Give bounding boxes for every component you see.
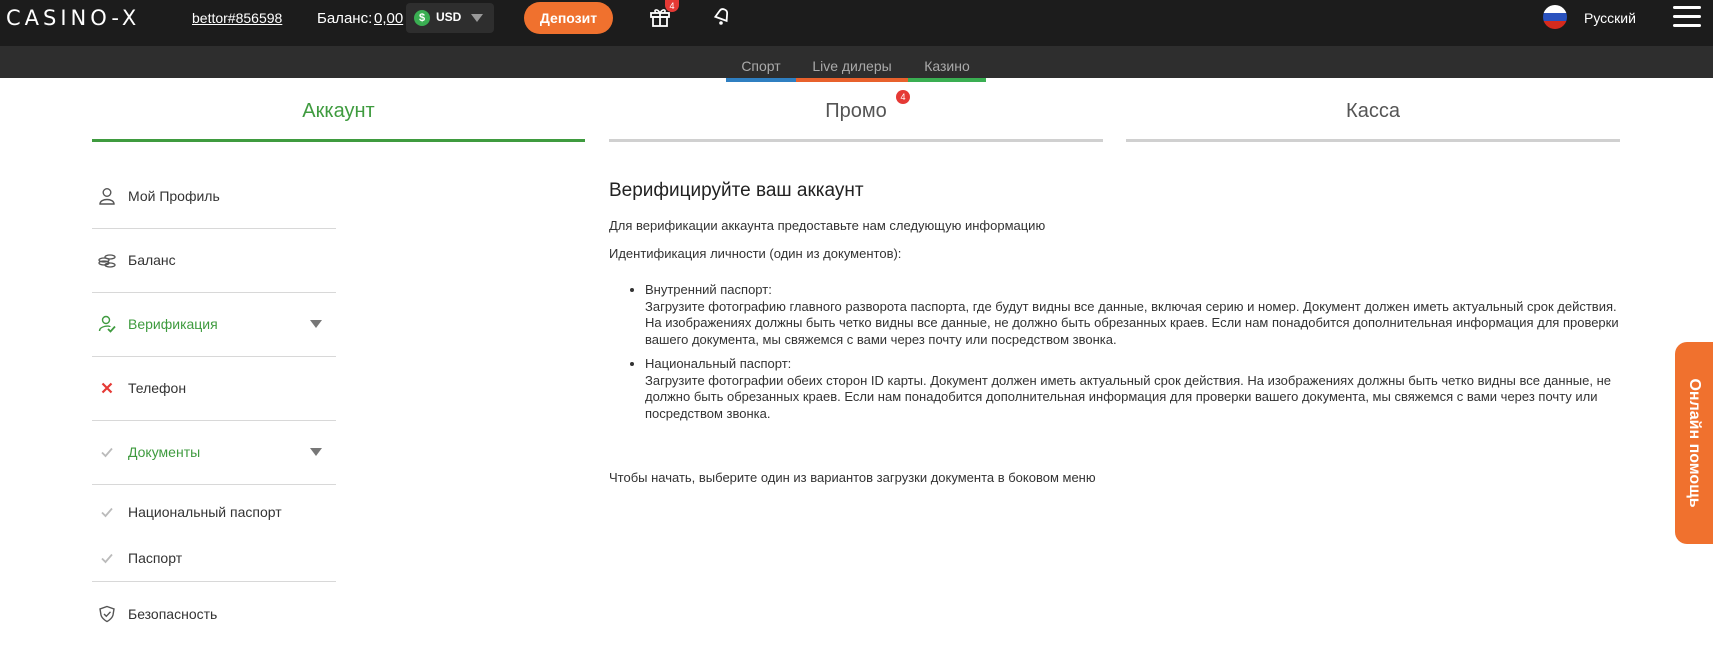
sidebar-item-passport[interactable]: Паспорт	[92, 534, 336, 582]
sidebar-item-label: Телефон	[128, 380, 187, 396]
tab-underline	[609, 139, 1103, 142]
balance-label: Баланс:	[317, 10, 373, 27]
check-icon	[101, 553, 113, 563]
caret-down-icon	[471, 14, 483, 22]
tab-cashier-label: Касса	[1346, 100, 1400, 122]
id-label: Идентификация личности (один из документ…	[609, 246, 902, 261]
online-help-button[interactable]: Онлайн помощь	[1675, 342, 1713, 544]
user-icon	[99, 188, 115, 205]
instruction-text: Чтобы начать, выберите один из вариантов…	[609, 470, 1096, 485]
sidebar-item-label: Мой Профиль	[128, 188, 220, 204]
sidebar-item-profile[interactable]: Мой Профиль	[92, 164, 336, 229]
verification-content: Верифицируйте ваш аккаунт Для верификаци…	[609, 180, 1619, 485]
sidebar-item-verification[interactable]: Верификация	[92, 292, 336, 357]
deposit-button[interactable]: Депозит	[524, 2, 613, 34]
document-description: Загрузите фотографию главного разворота …	[645, 298, 1619, 347]
gift-badge: 4	[665, 0, 679, 12]
chevron-down-icon	[310, 320, 322, 328]
tab-promo[interactable]: Промо 4	[609, 78, 1103, 142]
document-name: Внутренний паспорт:	[645, 282, 772, 297]
currency-code: USD	[436, 10, 462, 24]
dollar-icon: $	[414, 10, 430, 26]
logo[interactable]: CASINO-X	[6, 6, 140, 30]
tab-underline	[1126, 139, 1620, 142]
documents-list: Внутренний паспорт: Загрузите фотографию…	[609, 282, 1625, 430]
document-name: Национальный паспорт:	[645, 356, 792, 371]
page-title: Верифицируйте ваш аккаунт	[609, 180, 864, 201]
check-icon	[101, 507, 113, 518]
close-icon	[101, 382, 113, 394]
account-tabs: Аккаунт Промо 4 Касса	[92, 78, 1620, 142]
user-check-icon	[98, 315, 116, 333]
sidebar-item-label: Национальный паспорт	[128, 504, 282, 520]
language-selector[interactable]: Русский	[1584, 10, 1636, 26]
tab-account[interactable]: Аккаунт	[92, 78, 585, 142]
promo-badge: 4	[896, 90, 910, 104]
tab-account-label: Аккаунт	[302, 100, 375, 122]
chevron-down-icon	[310, 448, 322, 456]
list-item: Внутренний паспорт: Загрузите фотографию…	[645, 282, 1625, 348]
document-description: Загрузите фотографии обеих сторон ID кар…	[645, 372, 1611, 421]
bell-icon[interactable]	[711, 5, 733, 27]
user-id-link[interactable]: bettor#856598	[192, 10, 282, 26]
sidebar-item-label: Безопасность	[128, 606, 218, 622]
sub-nav: Спорт Live дилеры Казино	[0, 46, 1713, 82]
tab-cashier[interactable]: Касса	[1126, 78, 1620, 142]
sidebar-item-balance[interactable]: Баланс	[92, 228, 336, 293]
balance-value[interactable]: 0,00	[374, 10, 403, 27]
hamburger-menu-icon[interactable]	[1673, 6, 1701, 28]
currency-select[interactable]: $ USD	[406, 3, 494, 33]
sidebar-item-national-passport[interactable]: Национальный паспорт	[92, 492, 336, 532]
coins-icon	[98, 254, 116, 268]
russia-flag-icon[interactable]	[1543, 5, 1567, 29]
sidebar-item-phone[interactable]: Телефон	[92, 356, 336, 421]
sidebar-item-label: Паспорт	[128, 549, 183, 566]
sidebar-item-label: Верификация	[128, 316, 218, 332]
shield-icon	[99, 605, 115, 623]
sidebar-item-label: Документы	[128, 444, 201, 460]
sidebar-item-security[interactable]: Безопасность	[92, 582, 336, 646]
check-icon	[101, 447, 113, 458]
tab-underline	[92, 139, 585, 142]
tab-promo-label: Промо	[825, 100, 887, 122]
list-item: Национальный паспорт: Загрузите фотограф…	[645, 356, 1625, 422]
online-help-label: Онлайн помощь	[1686, 378, 1703, 508]
sidebar-item-label: Баланс	[128, 252, 176, 268]
top-bar: CASINO-X bettor#856598 Баланс: 0,00 $ US…	[0, 0, 1713, 46]
sidebar-item-documents[interactable]: Документы	[92, 420, 336, 485]
intro-text: Для верификации аккаунта предоставьте на…	[609, 218, 1046, 233]
